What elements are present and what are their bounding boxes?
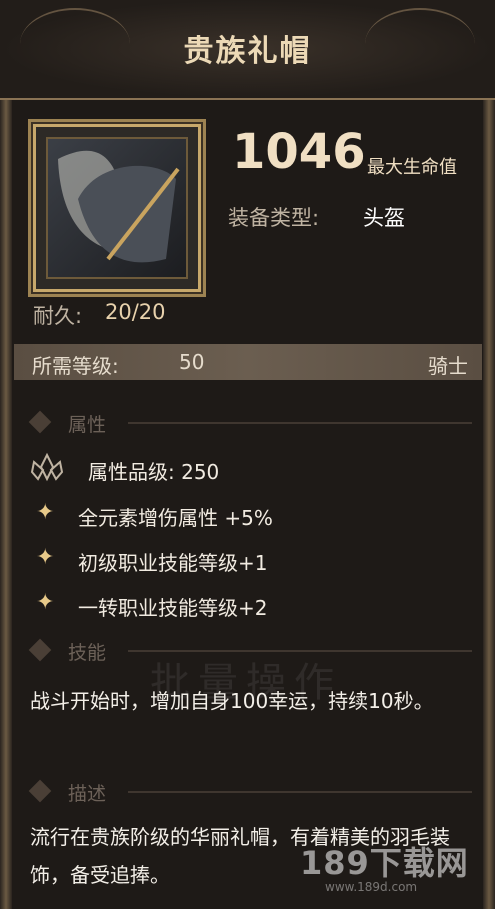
watermark-sub: www.189d.com — [325, 880, 418, 894]
diamond-icon — [28, 779, 52, 803]
type-value: 头盔 — [363, 206, 405, 230]
class-value: 骑士 — [428, 354, 468, 378]
attribute-grade: 属性品级: 250 — [88, 460, 220, 484]
skill-text: 战斗开始时，增加自身100幸运，持续10秒。 — [30, 689, 434, 713]
stat-name: 最大生命值 — [367, 157, 457, 178]
item-portrait — [33, 124, 201, 292]
star-icon: ✦ — [36, 545, 55, 570]
section-label: 属性 — [68, 414, 107, 436]
section-attributes: 属性 — [28, 410, 472, 436]
watermark: 189下载网 — [300, 844, 469, 882]
type-label: 装备类型: — [228, 206, 320, 230]
level-value: 50 — [179, 350, 205, 374]
level-label: 所需等级: — [32, 354, 119, 378]
frame-left — [0, 0, 12, 909]
title-header: 贵族礼帽 — [0, 0, 495, 100]
item-title: 贵族礼帽 — [183, 34, 312, 69]
stat-value: 1046 — [232, 124, 366, 180]
hat-icon — [58, 150, 180, 263]
frame-right — [483, 0, 495, 909]
level-bar: 所需等级: 50 骑士 — [14, 344, 482, 380]
divider — [128, 791, 472, 793]
attribute-line: 一转职业技能等级+2 — [78, 596, 268, 620]
attribute-line: 全元素增伤属性 +5% — [78, 506, 273, 530]
diamond-icon — [28, 410, 52, 434]
hat-image — [46, 137, 188, 279]
section-label: 技能 — [68, 642, 107, 664]
star-icon: ✦ — [36, 590, 55, 615]
section-label: 描述 — [68, 783, 107, 805]
divider — [128, 422, 472, 424]
section-description: 描述 — [28, 779, 472, 805]
attribute-line: 初级职业技能等级+1 — [78, 551, 268, 575]
durability-label: 耐久: — [33, 304, 83, 328]
star-icon: ✦ — [36, 500, 55, 525]
durability-value: 20/20 — [105, 300, 166, 324]
diamond-icon — [28, 638, 52, 662]
lotus-icon — [30, 452, 64, 482]
